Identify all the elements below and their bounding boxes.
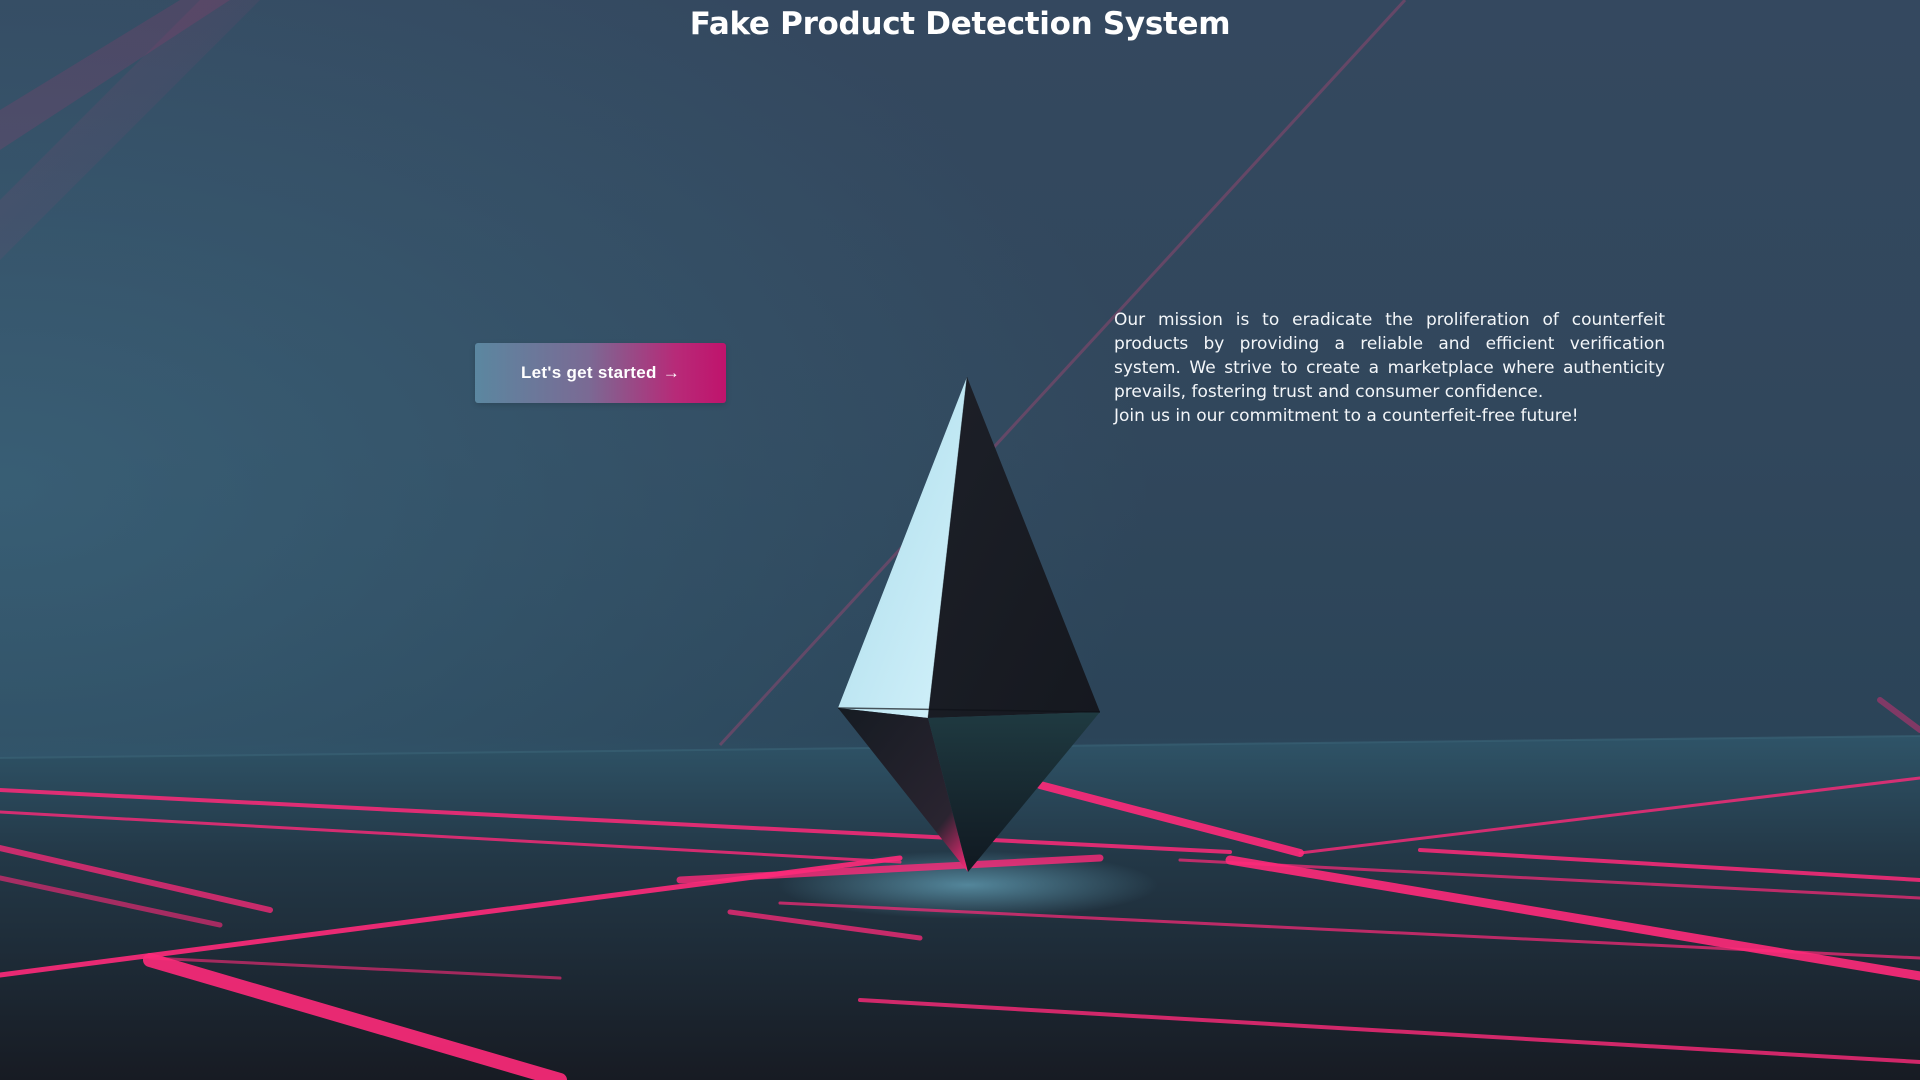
page-title: Fake Product Detection System [689, 6, 1231, 42]
get-started-label: Let's get started [520, 363, 657, 382]
crystal-octahedron-icon [837, 376, 1101, 872]
mission-closing: Join us in our commitment to a counterfe… [1114, 406, 1579, 426]
right-arrow-icon: → [662, 363, 681, 382]
mission-paragraph: Our mission is to eradicate the prolifer… [1114, 310, 1665, 402]
mission-statement: Our mission is to eradicate the prolifer… [1114, 308, 1665, 428]
get-started-button[interactable]: Let's get started → [475, 343, 726, 403]
